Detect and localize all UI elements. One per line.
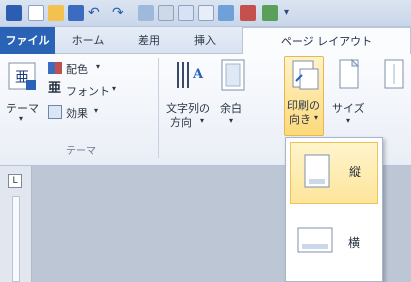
vertical-ruler: L: [0, 166, 32, 282]
portrait-page-icon: [304, 154, 330, 188]
effects-icon: [48, 105, 62, 119]
themes-dropdown-arrow-icon: ▾: [19, 114, 24, 123]
themes-icon: 亜: [8, 62, 36, 90]
chart-icon[interactable]: [240, 5, 256, 21]
orientation-dropdown-arrow-icon: ▾: [314, 113, 319, 122]
fonts-dropdown-arrow-icon: ▾: [112, 84, 117, 93]
orientation-icon: [292, 60, 319, 90]
fonts-label: フォント: [66, 85, 110, 98]
quick-access-toolbar: ↶ ↷ ▾: [0, 0, 411, 27]
size-icon: [339, 58, 360, 89]
landscape-label: 横: [348, 236, 361, 250]
size-button[interactable]: サイズ ▾: [330, 58, 370, 142]
tab-common[interactable]: 差用: [124, 27, 174, 54]
effects-label: 効果: [66, 107, 88, 120]
text-direction-label-line2: 方向: [170, 116, 192, 129]
portrait-label: 縦: [349, 165, 362, 179]
colors-label: 配色: [66, 63, 88, 76]
landscape-page-icon: [297, 227, 333, 253]
new-document-icon[interactable]: [28, 5, 44, 21]
print-preview-icon[interactable]: [138, 5, 154, 21]
svg-text:A: A: [192, 67, 204, 82]
effects-dropdown-arrow-icon: ▾: [94, 106, 99, 115]
ribbon-tab-bar: ファイル ホーム 差用 挿入 ページ レイアウト: [0, 27, 411, 55]
columns-icon: [384, 59, 404, 89]
margins-icon: [221, 59, 245, 91]
orientation-dropdown-menu: 縦 横: [285, 137, 383, 282]
text-direction-dropdown-arrow-icon: ▾: [200, 116, 205, 125]
group-separator: [158, 58, 159, 158]
theme-group-title: テーマ: [66, 146, 96, 157]
tab-insert[interactable]: 挿入: [180, 27, 230, 54]
margins-button[interactable]: 余白 ▾: [216, 58, 250, 142]
print-icon[interactable]: [158, 5, 174, 21]
ruler-track: [12, 196, 20, 282]
text-direction-icon: A: [177, 62, 204, 88]
table-icon[interactable]: [198, 5, 214, 21]
picture-icon[interactable]: [218, 5, 234, 21]
fonts-icon: 亜: [48, 81, 62, 96]
redo-icon[interactable]: ↷: [112, 5, 128, 21]
tab-home[interactable]: ホーム: [60, 27, 116, 54]
margins-dropdown-arrow-icon: ▾: [229, 116, 234, 125]
colors-dropdown-arrow-icon: ▾: [96, 62, 101, 71]
open-folder-icon[interactable]: [48, 5, 64, 21]
landscape-option[interactable]: 横: [290, 210, 378, 272]
fonts-button[interactable]: 亜 フォント ▾: [48, 82, 138, 100]
tab-file[interactable]: ファイル: [0, 27, 55, 54]
customize-toolbar-icon[interactable]: ▾: [284, 5, 300, 21]
margins-label: 余白: [220, 102, 242, 115]
text-direction-button[interactable]: A 文字列の 方向 ▾: [166, 58, 212, 142]
shapes-icon[interactable]: [262, 5, 278, 21]
save-icon[interactable]: [68, 5, 84, 21]
undo-icon[interactable]: ↶: [88, 5, 104, 21]
orientation-button[interactable]: 印刷の 向き ▾: [284, 56, 324, 136]
portrait-option[interactable]: 縦: [290, 142, 378, 204]
orientation-label-line2: 向き: [289, 113, 311, 126]
colors-icon: [48, 62, 62, 74]
layout-icon[interactable]: [178, 5, 194, 21]
themes-button[interactable]: 亜 テーマ ▾: [4, 60, 42, 130]
size-label: サイズ: [332, 102, 365, 115]
effects-button[interactable]: 効果 ▾: [48, 104, 128, 122]
ruler-tab-selector-icon[interactable]: L: [8, 174, 22, 188]
columns-button-partial[interactable]: [376, 58, 411, 142]
size-dropdown-arrow-icon: ▾: [346, 116, 351, 125]
colors-button[interactable]: 配色 ▾: [48, 60, 128, 78]
word-logo-icon: [6, 5, 22, 21]
tab-page-layout[interactable]: ページ レイアウト: [242, 27, 411, 55]
